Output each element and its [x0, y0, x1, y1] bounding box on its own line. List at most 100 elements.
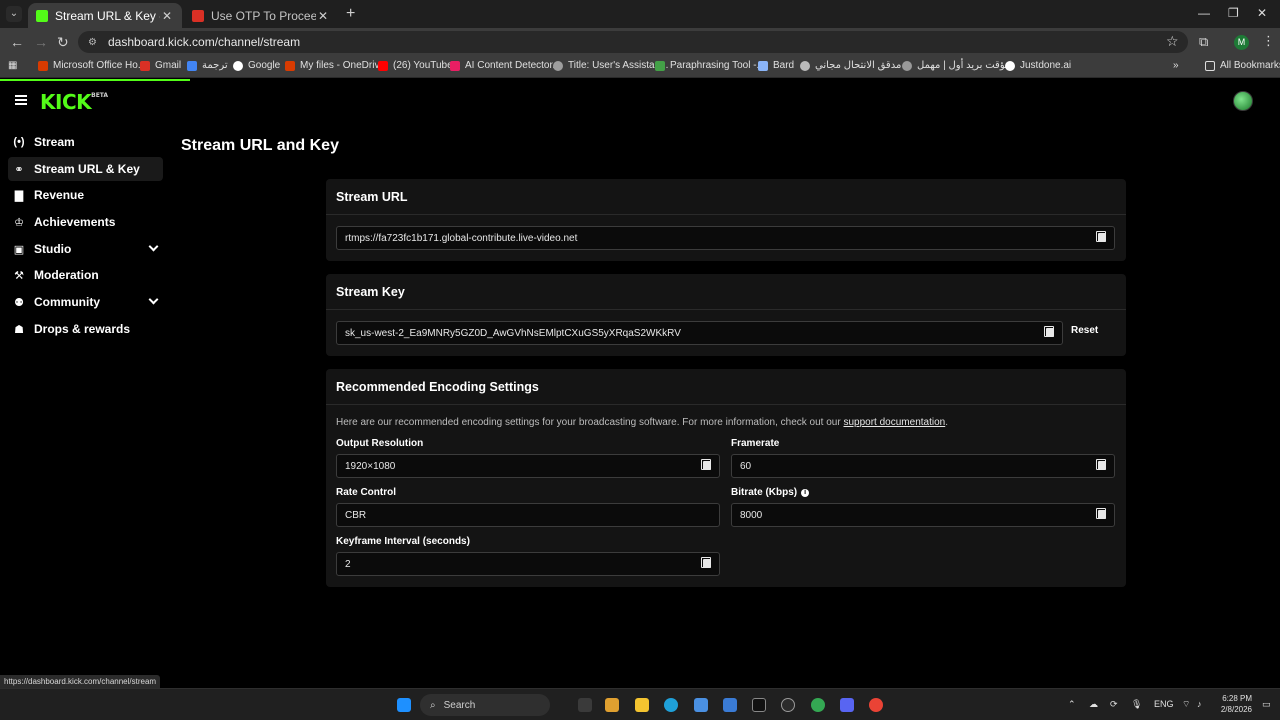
apps-icon[interactable]: ▦: [8, 60, 17, 71]
bitrate-value: 8000: [740, 509, 763, 521]
chevron-down-icon[interactable]: [148, 241, 159, 252]
output-resolution-field[interactable]: 1920×1080: [336, 454, 720, 478]
chevron-down-icon[interactable]: [148, 294, 159, 305]
tab-stream-key[interactable]: Stream URL & Key - Kick Dashb ✕: [28, 3, 182, 28]
bookmark-item[interactable]: Title: User's Assistan...: [553, 60, 668, 71]
onedrive-tray-icon[interactable]: ☁: [1089, 699, 1098, 710]
volume-icon[interactable]: ♪: [1197, 699, 1202, 709]
copy-icon[interactable]: [701, 459, 711, 470]
translate-icon: [187, 60, 197, 71]
search-label: Search: [443, 699, 476, 711]
sidebar-item-label: Stream: [34, 135, 75, 149]
bookmark-item[interactable]: (26) YouTube: [378, 60, 453, 71]
folder-icon[interactable]: [635, 698, 649, 712]
divider: [326, 214, 1126, 215]
bookmark-item[interactable]: Bard: [758, 60, 794, 71]
obs-icon[interactable]: [781, 698, 795, 712]
close-tab-icon[interactable]: ✕: [160, 9, 174, 23]
close-tab-icon[interactable]: ✕: [316, 9, 330, 23]
bookmark-item[interactable]: My files - OneDrive: [285, 60, 385, 71]
keyframe-field[interactable]: 2: [336, 552, 720, 576]
language-indicator[interactable]: ENG: [1154, 699, 1174, 709]
copy-icon[interactable]: [1096, 508, 1106, 519]
sync-tray-icon[interactable]: ⟳: [1110, 699, 1118, 710]
extensions-icon[interactable]: ⧉: [1199, 34, 1208, 50]
reload-icon[interactable]: ↻: [57, 34, 69, 51]
encoding-description: Here are our recommended encoding settin…: [336, 417, 948, 428]
windows-start-icon[interactable]: [397, 698, 411, 712]
bookmark-item[interactable]: Microsoft Office Ho...: [38, 60, 146, 71]
back-icon[interactable]: ←: [10, 34, 24, 50]
new-tab-icon[interactable]: +: [346, 5, 355, 23]
tab-search-icon[interactable]: ⌄: [6, 6, 22, 22]
store-icon[interactable]: [694, 698, 708, 712]
copy-icon[interactable]: [1096, 459, 1106, 470]
chrome-icon[interactable]: [811, 698, 825, 712]
stream-key-title: Stream Key: [336, 285, 405, 299]
tab-otp[interactable]: Use OTP To Proceed - mambu… ✕: [184, 3, 338, 28]
bookmark-item[interactable]: مدقق الانتحال مجاني: [800, 60, 901, 71]
sidebar-item-studio[interactable]: ▣ Studio: [8, 237, 163, 261]
sidebar-item-label: Moderation: [34, 268, 99, 282]
profile-avatar[interactable]: M: [1234, 35, 1249, 50]
sidebar-item-stream-url-key[interactable]: ⚭ Stream URL & Key: [8, 157, 163, 181]
chrome-alt-icon[interactable]: [869, 698, 883, 712]
notifications-icon[interactable]: ▭: [1262, 699, 1271, 710]
copy-icon[interactable]: [1096, 231, 1106, 242]
taskbar-search[interactable]: ⌕ Search: [420, 694, 550, 716]
sidebar-item-stream[interactable]: (•) Stream: [8, 130, 163, 154]
wifi-icon[interactable]: ⌔: [1182, 699, 1190, 710]
discord-icon[interactable]: [840, 698, 854, 712]
sidebar-item-revenue[interactable]: ▇ Revenue: [8, 183, 163, 207]
bookmark-item[interactable]: Google: [233, 60, 280, 71]
info-icon[interactable]: i: [801, 489, 810, 497]
file-explorer-icon[interactable]: [605, 698, 619, 712]
bookmark-item[interactable]: Paraphrasing Tool -...: [655, 60, 765, 71]
vpn-icon[interactable]: [723, 698, 737, 712]
edge-icon[interactable]: [664, 698, 678, 712]
sidebar-item-community[interactable]: ⚉ Community: [8, 290, 163, 314]
more-bookmarks-icon[interactable]: »: [1173, 60, 1179, 71]
copy-icon[interactable]: [1044, 326, 1054, 337]
minimize-icon[interactable]: —: [1198, 6, 1210, 20]
framerate-label: Framerate: [731, 438, 780, 449]
url-text: dashboard.kick.com/channel/stream: [108, 35, 301, 49]
bookmark-item[interactable]: مؤقت بريد أول | مهمل: [902, 60, 1010, 71]
rate-control-field[interactable]: CBR: [336, 503, 720, 527]
reset-key-button[interactable]: Reset: [1071, 325, 1098, 336]
stream-key-field[interactable]: sk_us-west-2_Ea9MNRy5GZ0D_AwGVhNsEMlptCX…: [336, 321, 1063, 345]
user-avatar[interactable]: [1233, 91, 1253, 111]
all-bookmarks[interactable]: All Bookmarks: [1205, 60, 1280, 71]
bookmark-label: Title: User's Assistan...: [568, 60, 669, 71]
stream-url-value: rtmps://fa723fc1b171.global-contribute.l…: [345, 232, 578, 244]
copy-icon[interactable]: [701, 557, 711, 568]
bookmark-star-icon[interactable]: ☆: [1166, 33, 1179, 50]
clock[interactable]: 6:28 PM 2/8/2026: [1210, 693, 1252, 715]
sidebar-item-moderation[interactable]: ⚒ Moderation: [8, 263, 163, 287]
sidebar-item-achievements[interactable]: ♔ Achievements: [8, 210, 163, 234]
stream-url-field[interactable]: rtmps://fa723fc1b171.global-contribute.l…: [336, 226, 1115, 250]
address-bar[interactable]: ⚙ dashboard.kick.com/channel/stream: [78, 31, 1188, 53]
support-documentation-link[interactable]: support documentation: [843, 417, 945, 428]
stream-key-value: sk_us-west-2_Ea9MNRy5GZ0D_AwGVhNsEMlptCX…: [345, 327, 681, 339]
bitrate-field[interactable]: 8000: [731, 503, 1115, 527]
bookmark-item[interactable]: ترجمة: [187, 60, 228, 71]
browser-menu-icon[interactable]: ⋮: [1262, 33, 1275, 49]
search-icon: ⌕: [430, 699, 436, 711]
bookmarks-bar: ▦ Microsoft Office Ho... Gmail ترجمة Goo…: [0, 56, 1280, 78]
hamburger-menu-icon[interactable]: [15, 95, 27, 105]
bookmark-item[interactable]: Gmail: [140, 60, 181, 71]
bookmark-item[interactable]: AI Content Detector...: [450, 60, 561, 71]
microphone-icon[interactable]: 🎙: [1131, 699, 1142, 710]
close-window-icon[interactable]: ✕: [1257, 6, 1267, 20]
bookmark-item[interactable]: Justdone.ai: [1005, 60, 1071, 71]
sidebar-item-drops-rewards[interactable]: ☗ Drops & rewards: [8, 317, 163, 341]
framerate-field[interactable]: 60: [731, 454, 1115, 478]
task-view-icon[interactable]: [578, 698, 592, 712]
capcut-icon[interactable]: [752, 698, 766, 712]
maximize-icon[interactable]: ❐: [1228, 6, 1239, 20]
show-hidden-icons-icon[interactable]: ⌃: [1068, 699, 1076, 710]
forward-icon[interactable]: →: [34, 34, 48, 50]
kick-logo[interactable]: KICKBETA: [40, 90, 108, 114]
site-info-icon[interactable]: ⚙: [88, 37, 98, 48]
